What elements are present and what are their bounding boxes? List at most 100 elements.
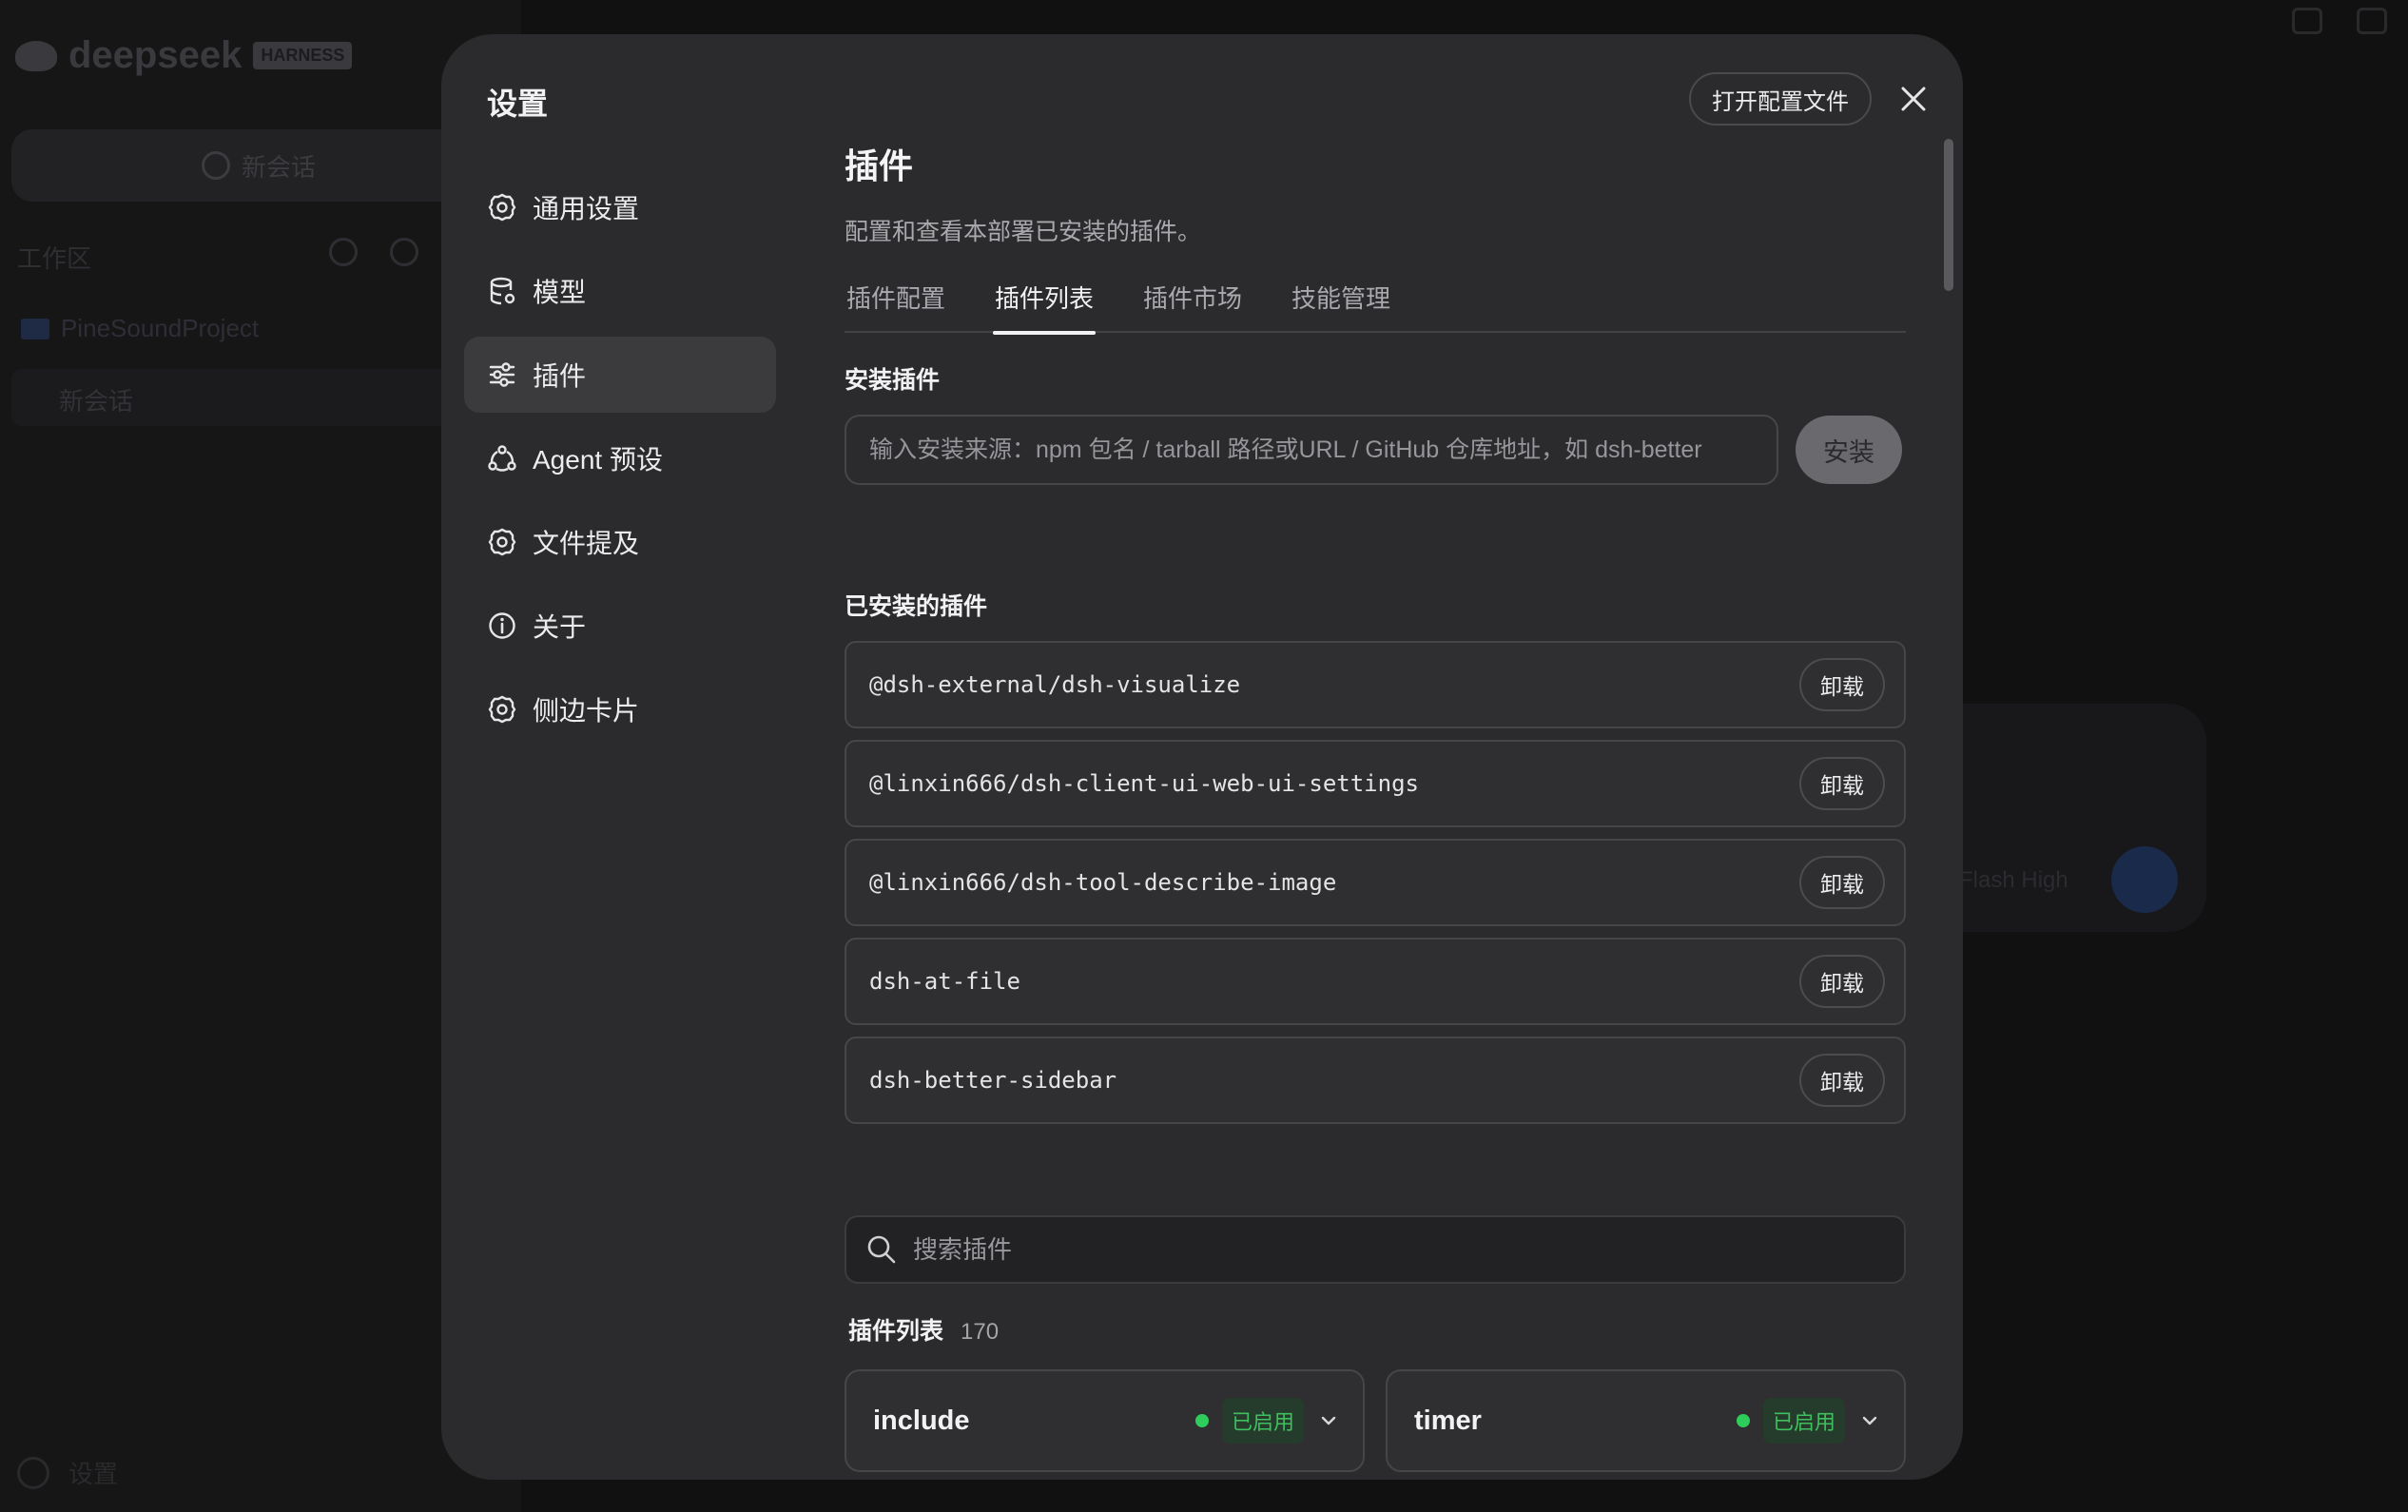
monitor-icon [2292,8,2322,34]
status-dot-icon [1736,1414,1750,1427]
installed-plugin-name: @dsh-external/dsh-visualize [869,671,1241,698]
info-icon [489,612,515,639]
install-section-label: 安装插件 [845,367,941,394]
status-dot-icon [1194,1414,1209,1427]
plugin-card-status: 已启用 [1736,1398,1881,1444]
plugin-card[interactable]: include 已启用 [845,1369,1365,1472]
tab-skill-management[interactable]: 技能管理 [1290,276,1392,333]
open-config-button[interactable]: 打开配置文件 [1689,72,1872,126]
installed-plugin-name: @linxin666/dsh-client-ui-web-ui-settings [869,770,1419,797]
bg-new-chat-label: 新会话 [241,152,316,182]
nav-item-side-cards[interactable]: 侧边卡片 [464,671,776,747]
installed-section-label: 已安装的插件 [845,593,988,620]
installed-plugin-row: dsh-at-file 卸载 [845,938,1906,1025]
status-badge: 已启用 [1762,1398,1845,1444]
nav-item-label: 通用设置 [533,194,640,223]
bg-workspace-label: 工作区 [17,244,92,273]
panel-icon [2357,8,2387,34]
installed-plugin-row: dsh-better-sidebar 卸载 [845,1037,1906,1124]
page-title: 插件 [845,146,914,185]
search-icon [329,238,358,266]
bg-project-name: PineSoundProject [61,314,260,342]
gear-icon [488,193,516,222]
uninstall-button[interactable]: 卸载 [1799,757,1885,810]
expand-toggle[interactable] [1858,1409,1881,1432]
whale-logo-icon [15,40,57,71]
plugins-content: 插件 配置和查看本部署已安装的插件。 插件配置 插件列表 插件市场 技能管理 安… [845,139,1906,1472]
gear-icon [488,695,516,724]
settings-nav: 通用设置 模型 插件 Agent 预设 文件提及 关于 侧边卡片 [464,169,776,755]
plugin-list-header: 插件列表 170 [845,1312,1906,1347]
bg-model-selector: Flash High [1959,867,2068,893]
nav-item-label: 模型 [533,278,587,307]
nav-item-general[interactable]: 通用设置 [464,169,776,245]
plus-circle-icon [201,151,230,180]
installed-plugin-row: @linxin666/dsh-client-ui-web-ui-settings… [845,740,1906,827]
nav-item-label: 文件提及 [533,529,640,558]
bg-window-icons [2292,8,2387,34]
nav-item-label: 关于 [533,612,587,642]
modal-scrollbar[interactable] [1944,139,1953,291]
nav-item-file-mention[interactable]: 文件提及 [464,504,776,580]
installed-plugin-row: @linxin666/dsh-tool-describe-image 卸载 [845,839,1906,926]
plugin-card[interactable]: timer 已启用 [1386,1369,1906,1472]
plugin-tabs: 插件配置 插件列表 插件市场 技能管理 [845,276,1906,335]
bg-logo: deepseek HARNESS [15,34,353,77]
search-icon [867,1235,896,1264]
nav-item-model[interactable]: 模型 [464,253,776,329]
gear-icon [17,1456,49,1489]
installed-plugin-name: @linxin666/dsh-tool-describe-image [869,869,1337,896]
add-folder-icon [390,238,418,266]
bg-settings: 设置 [17,1455,118,1490]
status-badge: 已启用 [1221,1398,1304,1444]
nav-item-about[interactable]: 关于 [464,588,776,664]
page-description: 配置和查看本部署已安装的插件。 [845,219,1202,245]
gear-icon [488,528,516,556]
plugin-list-label: 插件列表 [848,1318,944,1345]
bg-chat-item: 新会话 [11,369,506,426]
install-row: 安装 [845,415,1906,485]
sliders-icon [489,362,515,387]
modal-title: 设置 [487,87,549,121]
bg-brand-name: deepseek [68,34,243,76]
uninstall-button[interactable]: 卸载 [1799,955,1885,1008]
nav-item-label: Agent 预设 [533,445,663,475]
uninstall-button[interactable]: 卸载 [1799,856,1885,909]
expand-toggle[interactable] [1317,1409,1340,1432]
close-button[interactable] [1891,76,1936,122]
tab-plugin-market[interactable]: 插件市场 [1141,276,1244,333]
settings-modal: 设置 打开配置文件 通用设置 模型 插件 Agent 预设 文件提及 关于 侧边… [441,34,1963,1480]
installed-plugin-name: dsh-better-sidebar [869,1067,1117,1094]
plugin-grid: include 已启用 timer 已启用 [845,1369,1906,1472]
nav-item-label: 侧边卡片 [533,696,640,726]
uninstall-button[interactable]: 卸载 [1799,1054,1885,1107]
plugin-search [845,1215,1906,1284]
plugin-card-name: include [873,1405,970,1436]
bg-workspace-icons [329,238,418,266]
plugin-card-status: 已启用 [1194,1398,1340,1444]
nav-item-plugins[interactable]: 插件 [464,337,776,413]
plugin-card-name: timer [1414,1405,1482,1436]
install-button[interactable]: 安装 [1796,416,1902,484]
bg-project: PineSoundProject [21,314,259,343]
installed-plugin-list: @dsh-external/dsh-visualize 卸载 @linxin66… [845,641,1906,1124]
nav-item-label: 插件 [533,361,587,391]
agent-icon [488,445,516,472]
tab-plugin-list[interactable]: 插件列表 [993,276,1097,335]
folder-icon [21,318,49,339]
plugin-search-input[interactable] [911,1233,1885,1266]
chevron-down-icon [1862,1416,1877,1425]
send-icon [2111,846,2178,913]
installed-plugin-row: @dsh-external/dsh-visualize 卸载 [845,641,1906,728]
plugin-list-count: 170 [961,1319,1000,1345]
close-icon [1901,87,1926,111]
tab-plugin-config[interactable]: 插件配置 [845,276,947,333]
database-icon [490,277,515,305]
bg-brand-badge: HARNESS [253,42,353,69]
nav-item-agent-presets[interactable]: Agent 预设 [464,420,776,496]
uninstall-button[interactable]: 卸载 [1799,658,1885,711]
bg-settings-label: 设置 [68,1460,119,1488]
installed-plugin-name: dsh-at-file [869,968,1020,995]
chevron-down-icon [1321,1416,1336,1425]
install-source-input[interactable] [845,415,1778,485]
